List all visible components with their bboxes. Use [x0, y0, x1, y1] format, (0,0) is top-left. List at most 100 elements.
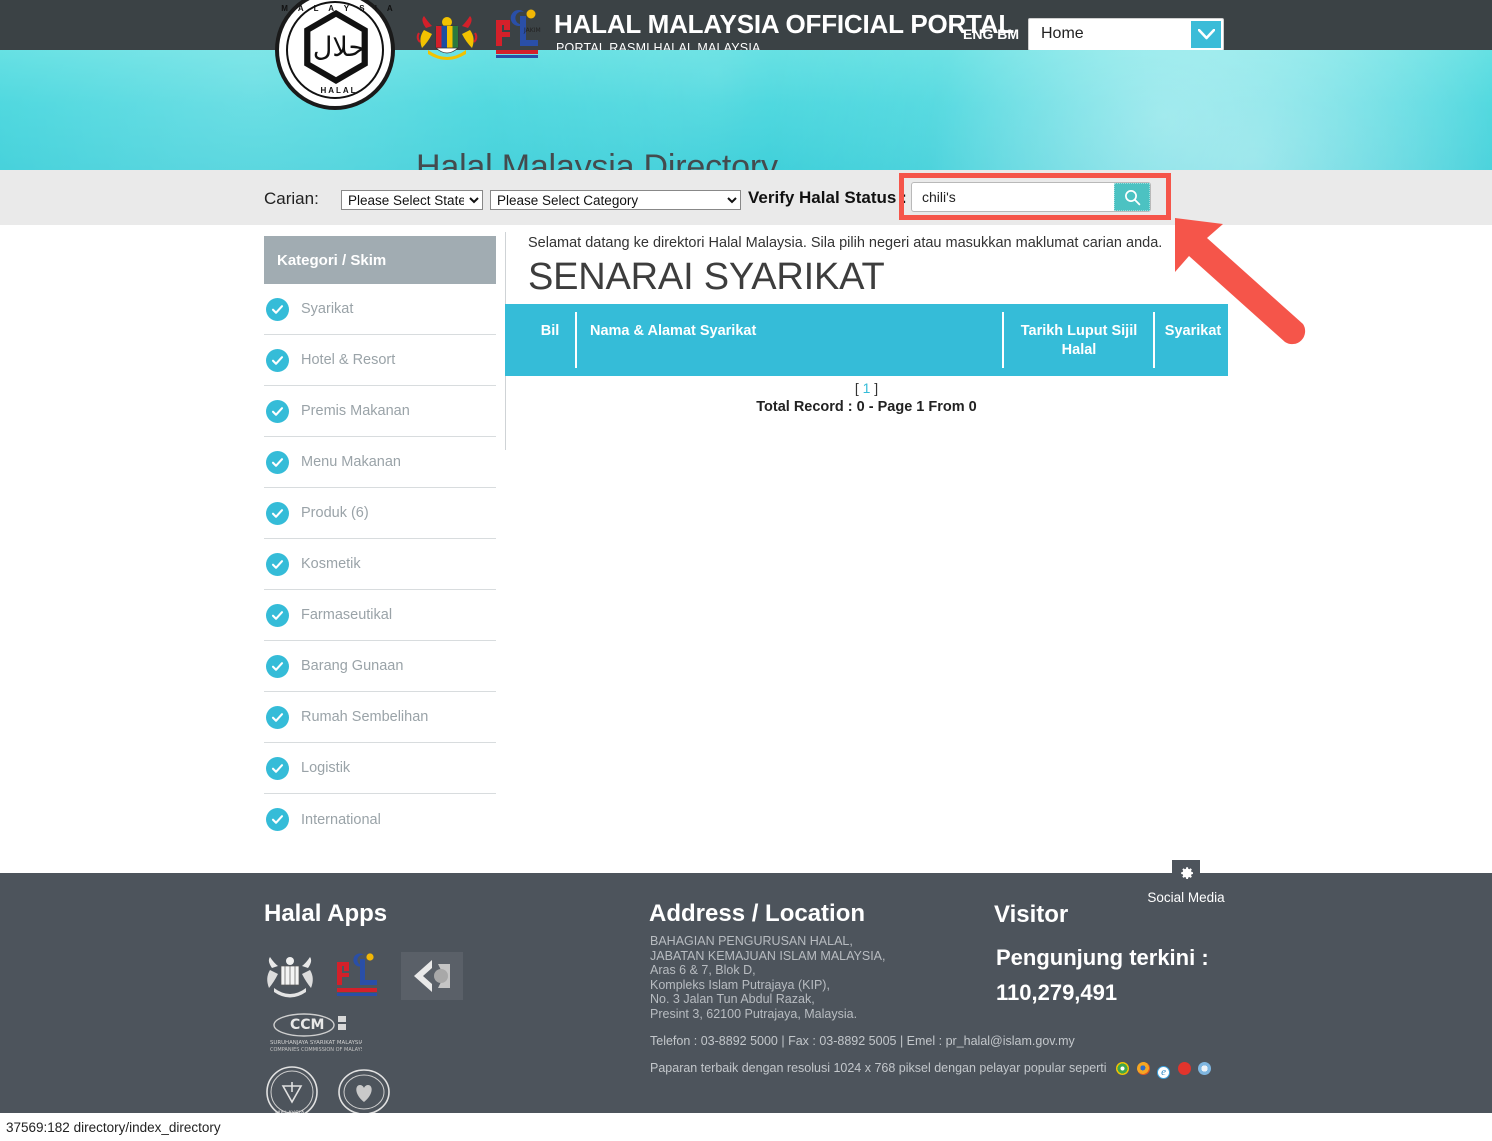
- visitor-counter-value: 110,279,491: [996, 980, 1118, 1005]
- sidebar-item-label: Barang Gunaan: [301, 658, 404, 674]
- check-circle-icon: [266, 808, 289, 831]
- check-circle-icon: [266, 756, 289, 780]
- footer-address-block: BAHAGIAN PENGURUSAN HALAL, JABATAN KEMAJ…: [650, 934, 885, 1022]
- seal-top-arc-text: M A L A Y S I A: [281, 4, 397, 13]
- check-circle-icon: [266, 705, 289, 729]
- sidebar-item-label: International: [301, 811, 381, 828]
- status-bar-text: 37569:182 directory/index_directory: [6, 1119, 221, 1135]
- sidebar-item-label: Farmaseutikal: [301, 607, 393, 623]
- heart-certification-icon[interactable]: [336, 1064, 392, 1120]
- footer-contact-line: Telefon : 03-8892 5000 | Fax : 03-8892 5…: [650, 1034, 1075, 1048]
- column-header-bil: Bil: [540, 323, 560, 339]
- ssm-companies-commission-icon[interactable]: CCM SURUHANJAYA SYARIKAT MALAYSIA COMPAN…: [264, 1008, 362, 1056]
- page-banner: Halal Malaysia Directory: [0, 50, 1492, 170]
- sidebar-item-produk[interactable]: Produk (6): [264, 488, 496, 539]
- category-select[interactable]: Please Select Category: [490, 190, 741, 210]
- check-circle-icon: [266, 654, 289, 678]
- address-line: Presint 3, 62100 Putrajaya, Malaysia.: [650, 1006, 858, 1021]
- browser-icons: e: [1116, 1062, 1215, 1079]
- column-header-nama-alamat: Nama & Alamat Syarikat: [590, 323, 757, 339]
- sidebar-item-logistik[interactable]: Logistik: [264, 743, 496, 794]
- veterinary-inspected-icon[interactable]: MALAYSIA: [264, 1064, 320, 1120]
- sidebar-item-label: Menu Makanan: [301, 454, 401, 470]
- sidebar-item-barang-gunaan[interactable]: Barang Gunaan: [264, 641, 496, 692]
- browser-status-bar: 37569:182 directory/index_directory: [0, 1113, 1492, 1141]
- search-icon: [1124, 189, 1140, 205]
- gear-icon[interactable]: [1172, 860, 1200, 886]
- sidebar-item-label: Kosmetik: [301, 556, 361, 572]
- portal-title: HALAL MALAYSIA OFFICIAL PORTAL: [554, 9, 1015, 39]
- jata-negara-footer-icon[interactable]: [264, 952, 316, 1000]
- sidebar-item-menu-makanan[interactable]: Menu Makanan: [264, 437, 496, 488]
- check-circle-icon: [266, 552, 289, 576]
- svg-text:COMPANIES COMMISSION OF MALAYS: COMPANIES COMMISSION OF MALAYSIA: [270, 1047, 362, 1053]
- footer-agency-logos: CCM SURUHANJAYA SYARIKAT MALAYSIA COMPAN…: [264, 952, 564, 1128]
- jakim-footer-icon[interactable]: [332, 952, 384, 1000]
- footer-address-heading: Address / Location: [649, 900, 866, 927]
- top-header-bar: HALAL MALAYSIA OFFICIAL PORTAL PORTAL RA…: [0, 0, 1492, 55]
- visitor-counter-block: Pengunjung terkini : 110,279,491: [996, 940, 1209, 1010]
- sidebar-header: Kategori / Skim: [264, 236, 496, 284]
- search-input[interactable]: [912, 183, 1114, 211]
- svg-text:CCM: CCM: [290, 1017, 324, 1033]
- sidebar-item-kosmetik[interactable]: Kosmetik: [264, 539, 496, 590]
- visitor-counter-label: Pengunjung terkini :: [996, 945, 1209, 970]
- header-separator: [575, 312, 577, 368]
- footer-halal-apps-heading: Halal Apps: [264, 900, 388, 927]
- check-circle-icon: [266, 450, 289, 474]
- firefox-icon: [1136, 1062, 1150, 1075]
- main-nav-dropdown[interactable]: Home: [1028, 18, 1224, 51]
- pagination-page-1[interactable]: 1: [863, 380, 871, 396]
- search-button[interactable]: [1114, 183, 1150, 211]
- results-heading: SENARAI SYARIKAT: [528, 256, 885, 298]
- main-nav-selected-value: Home: [1041, 25, 1084, 42]
- header-separator: [1153, 312, 1155, 368]
- internet-explorer-icon: e: [1157, 1066, 1171, 1079]
- resolution-text: Paparan terbaik dengan resolusi 1024 x 7…: [650, 1061, 1107, 1075]
- chevron-down-icon[interactable]: [1191, 21, 1221, 48]
- myhalal-logo-icon[interactable]: [400, 952, 463, 1000]
- sidebar-item-label: Syarikat: [301, 301, 354, 317]
- pagination-bracket-open: [: [854, 380, 859, 396]
- sidebar-item-syarikat[interactable]: Syarikat: [264, 284, 496, 335]
- check-circle-icon: [266, 348, 289, 372]
- svg-text:SURUHANJAYA SYARIKAT MALAYSIA: SURUHANJAYA SYARIKAT MALAYSIA: [270, 1040, 362, 1046]
- check-circle-icon: [266, 501, 289, 525]
- sidebar-item-label: Produk (6): [301, 505, 369, 521]
- column-header-tarikh-luput: Tarikh Luput Sijil Halal: [1020, 323, 1138, 358]
- sidebar-item-hotel-resort[interactable]: Hotel & Resort: [264, 335, 496, 386]
- safari-icon: [1197, 1062, 1211, 1075]
- search-box[interactable]: [911, 182, 1151, 212]
- footer-resolution-note: Paparan terbaik dengan resolusi 1024 x 7…: [650, 1061, 1215, 1079]
- red-pointer-arrow: [1175, 218, 1306, 345]
- svg-text:JAKIM: JAKIM: [523, 27, 541, 34]
- opera-icon: [1177, 1062, 1191, 1075]
- verify-halal-status-label: Verify Halal Status :: [748, 188, 907, 207]
- pagination-bracket-close: ]: [874, 380, 879, 396]
- address-line: Aras 6 & 7, Blok D,: [650, 963, 756, 978]
- seal-bottom-text: HALAL: [320, 86, 358, 95]
- social-media-label: Social Media: [1147, 890, 1225, 905]
- seal-arabic-text: حلال: [312, 32, 366, 63]
- sidebar-item-label: Logistik: [301, 760, 351, 776]
- halal-malaysia-seal-logo: M A L A Y S I A حلال HALAL: [275, 0, 395, 110]
- category-sidebar: Kategori / Skim Syarikat Hotel & Resort …: [264, 236, 496, 845]
- results-table-header-row: Bil Nama & Alamat Syarikat Tarikh Luput …: [505, 304, 1228, 376]
- pagination[interactable]: [ 1 ]: [505, 380, 1228, 396]
- language-switcher[interactable]: ENG BM: [963, 26, 1019, 42]
- chrome-icon: [1116, 1062, 1130, 1075]
- total-record-text: Total Record : 0 - Page 1 From 0: [756, 399, 977, 415]
- page-title: Halal Malaysia Directory: [416, 148, 778, 170]
- sidebar-item-rumah-sembelihan[interactable]: Rumah Sembelihan: [264, 692, 496, 743]
- address-line: JABATAN KEMAJUAN ISLAM MALAYSIA,: [650, 948, 886, 963]
- state-select[interactable]: Please Select State: [341, 190, 483, 210]
- check-circle-icon: [266, 297, 289, 321]
- sidebar-item-farmaseutikal[interactable]: Farmaseutikal: [264, 590, 496, 641]
- footer-visitor-heading: Visitor: [994, 901, 1069, 928]
- sidebar-item-label: Rumah Sembelihan: [301, 709, 429, 725]
- carian-label: Carian:: [264, 189, 319, 208]
- sidebar-item-international[interactable]: International: [264, 794, 496, 845]
- address-line: BAHAGIAN PENGURUSAN HALAL,: [650, 934, 853, 948]
- sidebar-item-premis-makanan[interactable]: Premis Makanan: [264, 386, 496, 437]
- sidebar-item-label: Hotel & Resort: [301, 352, 396, 368]
